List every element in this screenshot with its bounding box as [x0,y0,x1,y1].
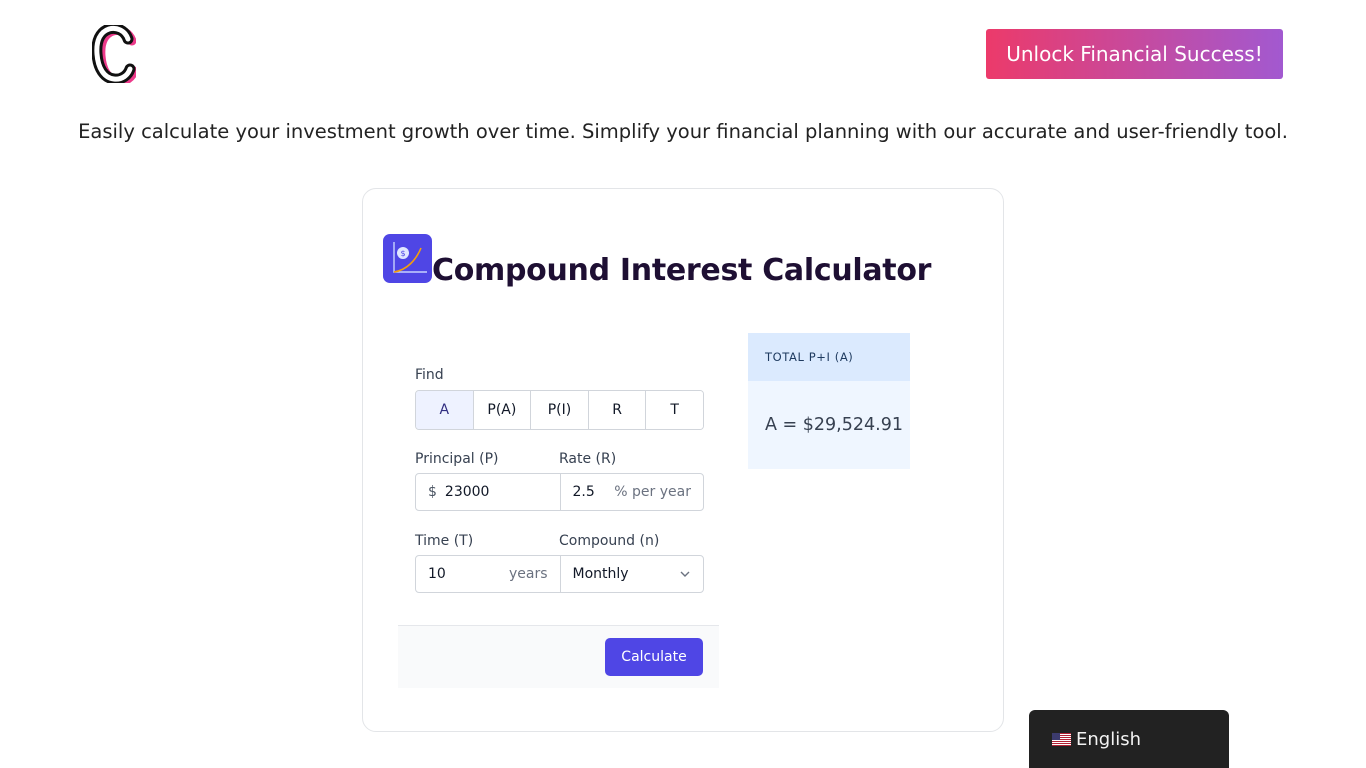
page-tagline: Easily calculate your investment growth … [78,120,1288,143]
time-input[interactable]: 10 years [416,556,560,592]
chevron-down-icon [680,571,690,577]
calculator-card: $ Compound Interest Calculator Find A P(… [362,188,1004,732]
calculate-button[interactable]: Calculate [605,638,703,676]
us-flag-icon [1052,732,1071,746]
find-option-a[interactable]: A [416,391,474,429]
find-option-p-i[interactable]: P(I) [531,391,589,429]
c-logo-icon [91,22,139,86]
principal-label: Principal (P) [415,451,499,467]
time-label: Time (T) [415,533,474,549]
compound-value: Monthly [572,566,629,582]
compound-select[interactable]: Monthly [559,556,704,592]
rate-suffix: % per year [614,484,691,500]
compound-label: Compound (n) [559,533,660,549]
principal-rate-row: $ 23000 2.5 % per year [415,473,704,511]
find-label: Find [415,367,444,383]
find-option-p-a[interactable]: P(A) [473,391,532,429]
result-header: TOTAL P+I (A) [748,333,910,381]
find-option-t[interactable]: T [646,391,703,429]
result-value: A = $29,524.91 [765,415,903,435]
unlock-success-button[interactable]: Unlock Financial Success! [986,29,1283,79]
result-panel: TOTAL P+I (A) A = $29,524.91 [748,333,910,469]
site-logo[interactable] [91,22,139,86]
svg-text:$: $ [400,249,405,258]
language-label: English [1076,728,1141,750]
calculator-title: Compound Interest Calculator [432,253,932,288]
time-compound-row: 10 years Monthly [415,555,704,593]
time-value: 10 [428,566,446,582]
rate-label: Rate (R) [559,451,617,467]
dollar-prefix: $ [428,484,437,500]
find-selector: A P(A) P(I) R T [415,390,704,430]
rate-value: 2.5 [572,484,595,500]
find-option-r[interactable]: R [588,391,647,429]
principal-value: 23000 [444,484,490,500]
time-suffix: years [508,566,548,582]
principal-input[interactable]: $ 23000 [416,474,560,510]
rate-input[interactable]: 2.5 % per year [559,474,704,510]
language-switcher[interactable]: English [1029,710,1229,768]
interest-chart-icon: $ [383,234,432,283]
